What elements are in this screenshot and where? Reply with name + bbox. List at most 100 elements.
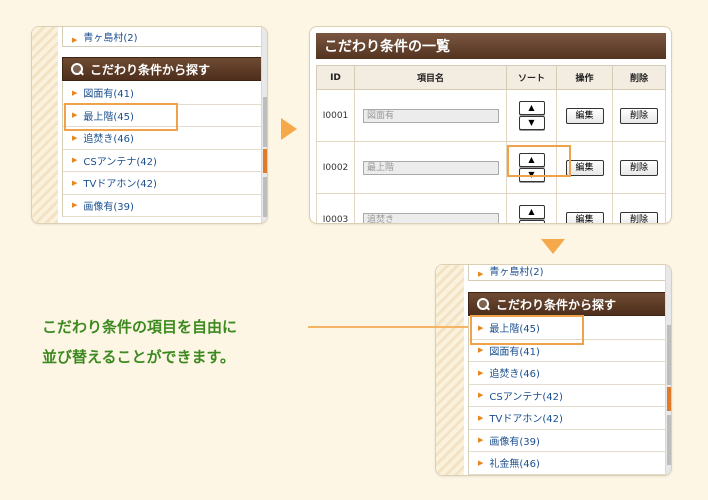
highlight-box [64,103,178,131]
row-delete-cell: 削除 [612,141,666,194]
orange-arrow-icon: ▶ [72,156,78,165]
magnifier-icon [477,297,490,311]
scrollbar-track-mark [263,177,267,217]
row-sort-cell: ▲ ▼ [506,193,557,223]
list-item[interactable]: ▶ CSアンテナ(42) [63,150,261,172]
list-item[interactable]: ▶ CSアンテナ(42) [469,385,665,407]
list-item-label: 画像有(39) [83,201,134,213]
row-op-cell: 編集 [556,193,613,223]
scrollbar-track-mark [667,415,671,465]
list-item-label: 図面有(41) [83,89,134,101]
list-item[interactable]: ▶ TVドアホン(42) [63,172,261,195]
scrollbar-track-mark [667,325,671,385]
sidebar-heading-label: こだわり条件から探す [90,62,211,77]
move-down-button[interactable]: ▼ [518,220,545,223]
decorative-stripe [436,265,464,475]
edit-button[interactable]: 編集 [565,107,604,124]
table-row: I0001 図面有 ▲ ▼ 編集 削除 [316,89,666,142]
edit-button[interactable]: 編集 [565,211,604,223]
caption-line-2: 並び替えることができます。 [42,348,236,366]
arrow-right-icon [281,118,297,140]
list-item[interactable]: ▶ 画像有(39) [63,195,261,217]
orange-arrow-icon: ▶ [72,201,78,210]
row-delete-cell: 削除 [612,89,666,142]
orange-arrow-icon: ▶ [72,133,78,142]
row-op-cell: 編集 [556,89,613,142]
arrow-down-icon [541,239,565,254]
row-id: I0003 [316,193,355,223]
sidebar-top-item-label: 青ヶ島村(2) [83,33,138,44]
header-delete: 削除 [612,65,666,90]
item-name-field[interactable]: 最上階 [363,160,499,175]
sidebar-top-item[interactable]: ▶ 青ヶ島村(2) [62,27,262,47]
orange-arrow-icon: ▶ [72,178,78,187]
sidebar-heading-label: こだわり条件から探す [496,297,617,312]
highlight-box [470,315,584,345]
edit-button[interactable]: 編集 [565,159,604,176]
scrollbar[interactable] [665,265,671,475]
row-id: I0001 [316,89,355,142]
list-item-label: 図面有(41) [489,346,540,358]
list-item-label: 礼金無(46) [489,459,540,471]
row-sort-cell: ▲ ▼ [506,89,557,142]
delete-button[interactable]: 削除 [620,211,658,223]
scrollbar-thumb[interactable] [263,149,267,173]
list-item[interactable]: ▶ 追焚き(46) [469,362,665,385]
sidebar-heading: こだわり条件から探す [62,57,262,81]
list-item[interactable]: ▶ 画像有(39) [469,430,665,452]
sidebar-after-panel: ▶ 青ヶ島村(2) こだわり条件から探す ▶ 最上階(45) ▶ 図面有(41) ▶… [435,264,672,476]
list-item-label: 画像有(39) [489,436,540,448]
decorative-stripe [32,27,58,223]
connector-line [308,326,468,328]
item-name-field[interactable]: 追焚き [363,212,499,223]
list-item[interactable]: ▶ 礼金無(46) [469,452,665,475]
sidebar-before-panel: ▶ 青ヶ島村(2) こだわり条件から探す ▶ 図面有(41) ▶ 最上階(45) ▶… [31,26,268,224]
scrollbar-thumb[interactable] [667,387,671,411]
orange-arrow-icon: ▶ [478,413,484,422]
row-id: I0002 [316,141,355,194]
row-name-cell: 追焚き [354,193,507,223]
orange-arrow-icon: ▶ [478,391,484,400]
sidebar-heading: こだわり条件から探す [468,292,666,316]
list-item-label: 追焚き(46) [83,134,134,146]
orange-arrow-icon: ▶ [478,436,484,445]
list-item[interactable]: ▶ 図面有(41) [63,82,261,105]
header-sort: ソート [506,65,557,90]
orange-arrow-icon: ▶ [478,346,484,355]
header-id: ID [316,65,355,90]
move-down-button[interactable]: ▼ [518,116,545,130]
orange-arrow-icon: ▶ [72,88,78,97]
item-name-field[interactable]: 図面有 [363,108,499,123]
sidebar-top-item[interactable]: ▶ 青ヶ島村(2) [468,265,666,281]
list-item-label: TVドアホン(42) [489,414,563,426]
table-row: I0002 最上階 ▲ ▼ 編集 削除 [316,141,666,194]
condition-table-panel: こだわり条件の一覧 ID 項目名 ソート 操作 削除 I0001 図面有 ▲ ▼… [309,26,672,224]
row-name-cell: 最上階 [354,141,507,194]
orange-arrow-icon: ▶ [478,458,484,467]
list-item-label: CSアンテナ(42) [83,156,157,168]
header-name: 項目名 [354,65,507,90]
condition-table: ID 項目名 ソート 操作 削除 I0001 図面有 ▲ ▼ 編集 削除 I00… [316,65,666,223]
list-item-label: 追焚き(46) [489,369,540,381]
list-item-label: CSアンテナ(42) [489,391,563,403]
sidebar-top-item-label: 青ヶ島村(2) [489,267,544,278]
delete-button[interactable]: 削除 [620,107,658,124]
orange-arrow-icon: ▶ [478,270,484,278]
orange-arrow-icon: ▶ [478,368,484,377]
move-up-button[interactable]: ▲ [518,101,545,115]
move-up-button[interactable]: ▲ [518,205,545,219]
scrollbar[interactable] [261,27,267,223]
row-delete-cell: 削除 [612,193,666,223]
orange-arrow-icon: ▶ [72,36,78,44]
sidebar-after: ▶ 青ヶ島村(2) こだわり条件から探す ▶ 最上階(45) ▶ 図面有(41) ▶… [468,265,666,475]
delete-button[interactable]: 削除 [620,159,658,176]
caption-line-1: こだわり条件の項目を自由に [42,318,238,336]
row-name-cell: 図面有 [354,89,507,142]
table-title: こだわり条件の一覧 [316,33,666,59]
highlight-box [507,145,571,177]
scrollbar-track-mark [263,97,267,147]
magnifier-icon [71,62,84,76]
table-row: I0003 追焚き ▲ ▼ 編集 削除 [316,193,666,223]
list-item[interactable]: ▶ TVドアホン(42) [469,407,665,430]
header-op: 操作 [556,65,613,90]
